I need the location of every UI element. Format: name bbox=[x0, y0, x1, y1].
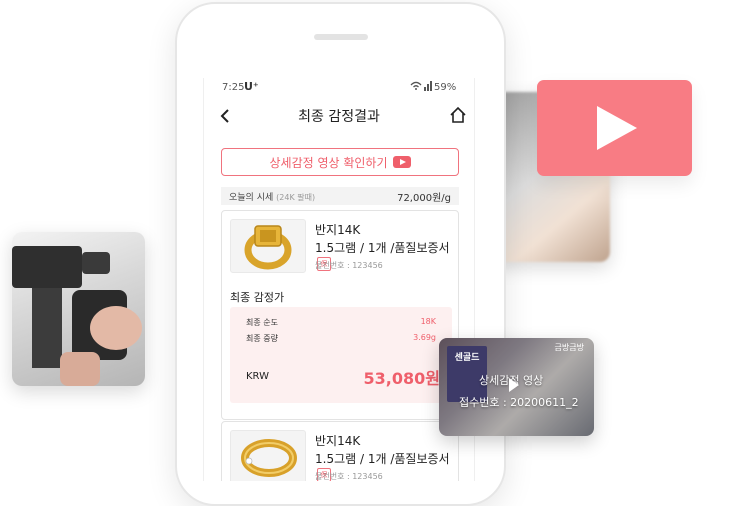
camera-operator-photo bbox=[12, 232, 145, 386]
home-icon[interactable] bbox=[448, 105, 468, 125]
item-quantity-text: 1.5그램 / 1개 /품질보증서 bbox=[315, 452, 450, 466]
gold-price-value: 72,000원/g bbox=[397, 193, 451, 204]
status-bar: 7:25 U⁺ 59% bbox=[204, 78, 474, 100]
item-quantity-text: 1.5그램 / 1개 /품질보증서 bbox=[315, 241, 450, 255]
back-arrow-icon[interactable] bbox=[216, 106, 236, 126]
view-video-label: 상세감정 영상 확인하기 bbox=[269, 155, 388, 170]
gold-price-sub: (24K 팔때) bbox=[276, 193, 316, 202]
item-name: 반지14K bbox=[315, 434, 361, 448]
gold-price-label-group: 오늘의 시세 (24K 팔때) bbox=[229, 190, 315, 203]
gold-price-row: 오늘의 시세 (24K 팔때) 72,000원/g bbox=[221, 187, 459, 205]
phone-screen: 7:25 U⁺ 59% 최종 감정결과 상세감정 영상 확인하기 오늘의 시세 … bbox=[203, 78, 475, 481]
wifi-signal-icon bbox=[410, 81, 432, 94]
video-receipt-number: 접수번호 : 20200611_2 bbox=[459, 396, 579, 409]
video-brand-label: 금방금방 bbox=[554, 343, 584, 352]
appraisal-video-preview[interactable]: 센골드 금방금방 상세감정 영상 접수번호 : 20200611_2 bbox=[439, 338, 594, 436]
top-navigation: 최종 감정결과 bbox=[204, 100, 474, 134]
band-ring-image bbox=[230, 430, 306, 481]
currency-label: KRW bbox=[246, 371, 269, 382]
item-card: 반지14K 1.5그램 / 1개 /품질보증서保 물건번호 : 123456 bbox=[221, 421, 459, 481]
view-video-button[interactable]: 상세감정 영상 확인하기 bbox=[221, 148, 459, 176]
status-battery: 59% bbox=[434, 82, 457, 93]
item-name: 반지14K bbox=[315, 223, 361, 237]
weight-label: 최종 중량 bbox=[246, 334, 278, 343]
final-total-value: 53,080원 bbox=[363, 369, 440, 388]
phone-speaker bbox=[314, 34, 368, 40]
status-carrier: U⁺ bbox=[244, 80, 259, 93]
play-button-icon[interactable] bbox=[537, 80, 692, 176]
gold-price-label: 오늘의 시세 bbox=[229, 193, 274, 203]
video-camera-icon bbox=[12, 246, 142, 386]
video-play-icon bbox=[509, 378, 519, 392]
weight-value: 3.69g bbox=[413, 333, 436, 342]
purity-value: 18K bbox=[420, 317, 436, 326]
final-appraisal-title: 최종 감정가 bbox=[230, 291, 285, 304]
page-title: 최종 감정결과 bbox=[298, 109, 380, 125]
item-number: 물건번호 : 123456 bbox=[315, 472, 383, 481]
status-time: 7:25 bbox=[222, 82, 245, 93]
final-appraisal-box: 최종 순도 18K 최종 중량 3.69g KRW 53,080원 bbox=[230, 307, 452, 403]
youtube-play-icon bbox=[392, 156, 411, 168]
signet-ring-image bbox=[230, 219, 306, 273]
item-card: 반지14K 1.5그램 / 1개 /품질보증서保 물건번호 : 123456 최… bbox=[221, 210, 459, 420]
purity-label: 최종 순도 bbox=[246, 318, 278, 327]
item-number: 물건번호 : 123456 bbox=[315, 261, 383, 270]
